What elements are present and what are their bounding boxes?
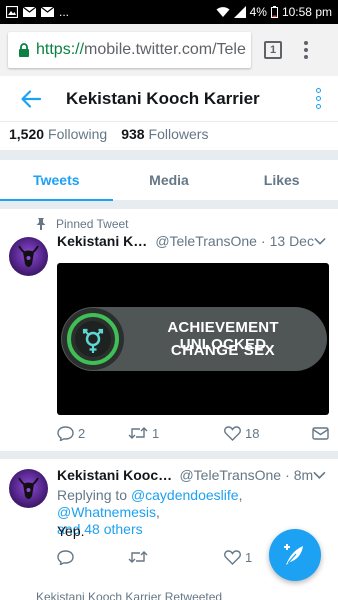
replying-to-label: Replying to [57, 487, 128, 503]
profile-header: Kekistani Kooch Karrier [0, 76, 338, 122]
author-handle[interactable]: @TeleTransOne [179, 467, 281, 483]
clock: 10:58 pm [281, 5, 332, 19]
tweet-date[interactable]: 13 Dec [270, 233, 314, 249]
status-overflow: ... [59, 5, 70, 19]
separator-dot: · [285, 467, 290, 483]
tweet-actions: 2 1 18 [57, 423, 329, 443]
reply-button[interactable]: 2 [57, 426, 128, 441]
reply-button[interactable] [57, 549, 128, 565]
tab-likes[interactable]: Likes [225, 160, 338, 200]
mention-separator: , [238, 487, 243, 503]
following-label[interactable]: Following [48, 126, 107, 142]
menu-dot-icon [304, 41, 308, 45]
achievement-icon [62, 308, 124, 370]
tweet-text: Yep. [57, 523, 85, 539]
reply-icon [57, 549, 74, 565]
page-title: Kekistani Kooch Karrier [66, 88, 260, 108]
envelope-icon [312, 426, 329, 440]
retweet-icon [128, 551, 148, 563]
author-handle[interactable]: @TeleTransOne [155, 233, 257, 249]
battery-percent: 4% [249, 5, 267, 19]
tweet-date[interactable]: 8m [294, 467, 313, 483]
follow-counts: 1,520 Following 938 Followers [9, 124, 208, 144]
achievement-subtitle: CHANGE SEX [170, 342, 276, 359]
tweet[interactable]: Pinned Tweet Kekistani Koo… @TeleTransOn… [0, 209, 338, 454]
tweet-header: Kekistani Koo… @TeleTransOne · 13 Dec [57, 233, 326, 249]
achievement-banner: ACHIEVEMENT UNLOCKED CHANGE SEX [61, 307, 327, 371]
profile-more-button[interactable] [316, 88, 321, 109]
menu-dot-icon [304, 55, 308, 59]
reply-count: 2 [78, 425, 86, 441]
address-bar[interactable]: https://mobile.twitter.com/Tele [8, 32, 251, 68]
mention-link[interactable]: @Whatnemesis [57, 504, 156, 520]
lock-icon [19, 42, 29, 57]
section-divider [0, 201, 338, 209]
chevron-down-icon[interactable] [314, 237, 326, 246]
avatar[interactable] [9, 469, 48, 508]
profile-tabs: Tweets Media Likes [0, 160, 338, 201]
followers-count[interactable]: 938 [121, 126, 144, 142]
browser-toolbar: https://mobile.twitter.com/Tele 1 [0, 24, 338, 76]
url-text: https://mobile.twitter.com/Tele [36, 41, 246, 59]
retweet-button[interactable]: 1 [128, 426, 224, 441]
baphomet-avatar-icon [18, 477, 39, 499]
author-name[interactable]: Kekistani Koo… [57, 233, 149, 249]
pin-icon [36, 218, 46, 230]
retweet-button[interactable] [128, 550, 224, 564]
tab-switcher-button[interactable]: 1 [264, 41, 282, 59]
tweet-image[interactable]: ACHIEVEMENT UNLOCKED CHANGE SEX [57, 263, 329, 415]
mail-icon [41, 7, 54, 17]
mail-icon [23, 7, 36, 17]
more-dot-icon [316, 96, 321, 101]
status-bar: ... 4% 10:58 pm [0, 0, 338, 24]
more-dot-icon [316, 104, 321, 109]
signal-icon [233, 6, 246, 18]
tab-media[interactable]: Media [113, 160, 226, 200]
separator-dot: · [260, 233, 266, 249]
url-host: mobile.twitter.com/Tele [84, 41, 246, 58]
avatar[interactable] [9, 237, 48, 276]
section-divider [0, 150, 338, 160]
battery-icon [270, 6, 278, 18]
next-tweet-context: Kekistani Kooch Karrier Retweeted [36, 590, 223, 600]
like-button[interactable]: 18 [224, 426, 310, 441]
pinned-indicator: Pinned Tweet [36, 217, 129, 231]
back-arrow-icon[interactable] [20, 88, 42, 110]
baphomet-avatar-icon [18, 245, 39, 267]
transgender-symbol-icon [67, 313, 119, 365]
mention-link[interactable]: @caydendoeslife [131, 487, 239, 503]
mention-separator: , [156, 504, 160, 520]
browser-menu-button[interactable] [304, 41, 308, 59]
retweet-count: 1 [152, 425, 160, 441]
direct-message-button[interactable] [312, 426, 329, 440]
compose-tweet-button[interactable] [269, 529, 321, 581]
like-count: 1 [245, 549, 253, 565]
author-name[interactable]: Kekistani Kooch … [57, 467, 173, 483]
pinned-label: Pinned Tweet [56, 217, 129, 231]
section-divider [0, 451, 338, 459]
tab-tweets[interactable]: Tweets [0, 160, 113, 201]
heart-icon [224, 549, 241, 565]
heart-icon [224, 425, 241, 441]
followers-label[interactable]: Followers [149, 126, 209, 142]
url-scheme: https:// [36, 41, 85, 58]
wifi-icon [216, 7, 230, 17]
image-icon [6, 6, 18, 18]
chevron-down-icon[interactable] [313, 471, 326, 480]
more-dot-icon [316, 88, 321, 93]
retweet-icon [128, 427, 148, 439]
tweet-header: Kekistani Kooch … @TeleTransOne · 8m [57, 467, 326, 483]
reply-icon [57, 425, 74, 441]
feather-plus-icon [284, 544, 303, 565]
menu-dot-icon [304, 48, 308, 52]
like-count: 18 [245, 425, 260, 441]
following-count[interactable]: 1,520 [9, 126, 44, 142]
